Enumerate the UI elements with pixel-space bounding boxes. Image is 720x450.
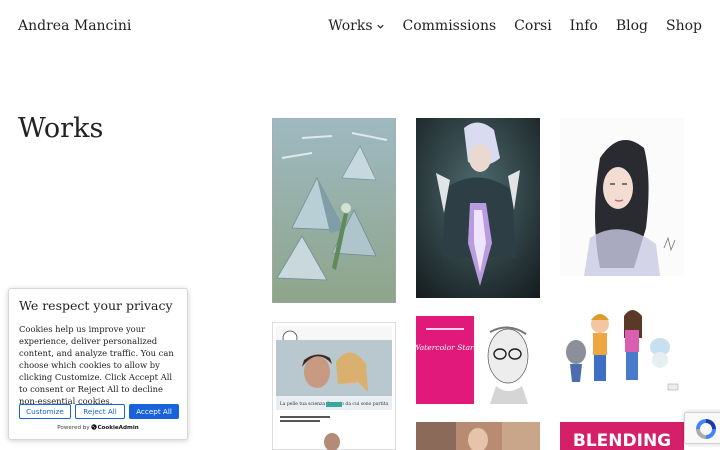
nav-item-corsi[interactable]: Corsi xyxy=(514,18,552,34)
nav-item-blog[interactable]: Blog xyxy=(616,18,648,34)
nav-item-label: Info xyxy=(569,18,598,34)
nav-item-commissions[interactable]: Commissions xyxy=(403,18,497,34)
powered-by-prefix: Powered by xyxy=(57,425,90,431)
customize-button[interactable]: Customize xyxy=(19,404,71,419)
artwork-image xyxy=(272,118,396,303)
main-nav: Works Commissions Corsi Info Blog Shop xyxy=(328,18,702,34)
nav-item-info[interactable]: Info xyxy=(570,18,598,34)
nav-item-label: Commissions xyxy=(402,18,497,34)
artwork-image: Watercolor Stars xyxy=(416,316,540,404)
artwork-futuristic-pyramid-city[interactable] xyxy=(272,118,396,303)
cookie-consent-banner: We respect your privacy Cookies help us … xyxy=(8,288,188,440)
artwork-watercolor-stars-cover[interactable]: Watercolor Stars xyxy=(416,316,540,404)
recaptcha-badge[interactable] xyxy=(684,412,720,444)
artwork-image: La pelle tua scienza il punto da cui son… xyxy=(272,322,396,450)
recaptcha-icon xyxy=(696,419,716,439)
artwork-blending-cover[interactable]: BLENDING xyxy=(560,422,684,450)
nav-item-label: Blog xyxy=(615,18,648,34)
powered-by: Powered by CookieAdmin xyxy=(9,424,187,431)
artwork-cartoon-characters[interactable] xyxy=(560,302,684,394)
nav-item-label: Shop xyxy=(666,18,702,34)
artwork-image xyxy=(560,302,684,394)
nav-item-label: Corsi xyxy=(514,18,552,34)
site-title[interactable]: Andrea Mancini xyxy=(18,18,131,34)
cookie-banner-title: We respect your privacy xyxy=(19,298,173,313)
artwork-image: BLENDING xyxy=(560,422,684,450)
artwork-caption: BLENDING xyxy=(573,431,671,450)
artwork-image xyxy=(416,118,540,298)
artwork-caption: Watercolor Stars xyxy=(416,343,478,352)
page-title: Works xyxy=(18,113,104,144)
accept-all-button[interactable]: Accept All xyxy=(129,404,179,419)
reject-all-button[interactable]: Reject All xyxy=(75,404,125,419)
nav-item-works[interactable]: Works xyxy=(328,18,384,34)
artwork-image xyxy=(416,422,540,450)
chevron-down-icon xyxy=(376,24,384,29)
nav-item-label: Works xyxy=(328,18,373,34)
artwork-image xyxy=(560,118,684,276)
artwork-painting-thumbnail[interactable] xyxy=(416,422,540,450)
cookie-banner-text: Cookies help us improve your experience,… xyxy=(19,324,174,406)
powered-by-brand: CookieAdmin xyxy=(97,425,139,431)
artwork-romance-book-cover[interactable]: La pelle tua scienza il punto da cui son… xyxy=(272,322,396,450)
artwork-anime-crystal-character[interactable] xyxy=(416,118,540,298)
nav-item-shop[interactable]: Shop xyxy=(666,18,702,34)
artwork-watercolor-portrait[interactable] xyxy=(560,118,684,276)
